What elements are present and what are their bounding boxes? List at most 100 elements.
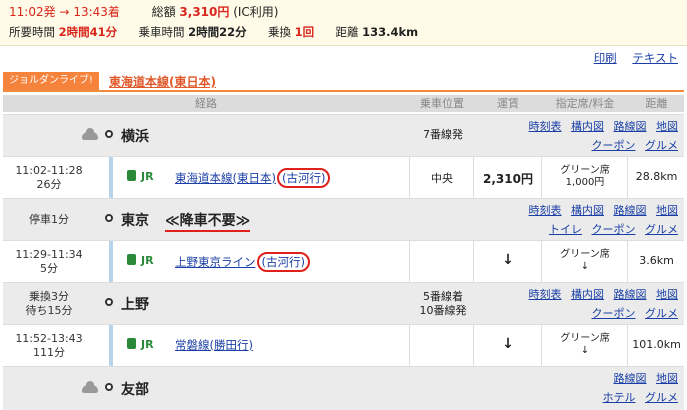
coupon-link[interactable]: クーポン: [592, 139, 636, 152]
top-links: 印刷 テキスト: [582, 50, 678, 66]
cell-divider: [627, 325, 628, 366]
gourmet-link[interactable]: グルメ: [645, 391, 678, 404]
gourmet-link[interactable]: グルメ: [645, 223, 678, 236]
fare-continue-arrow: ↓: [502, 252, 514, 268]
route-map-link[interactable]: 路線図: [614, 120, 647, 133]
jorudan-live-tag[interactable]: ジョルダンライブ!: [3, 72, 99, 90]
map-link[interactable]: 地図: [656, 120, 678, 133]
route-map-link[interactable]: 路線図: [614, 288, 647, 301]
station-name[interactable]: 横浜: [121, 126, 149, 146]
fare-continue-arrow: ↓: [502, 336, 514, 352]
seat-info: グリーン席 ↓: [543, 333, 627, 357]
depart-time: 11:02発: [9, 5, 56, 19]
station-name[interactable]: 東京: [121, 210, 149, 230]
required-label: 所要時間: [9, 25, 55, 39]
segment-row-3: 11:52-13:43 111分 JR 常磐線(勝田行) ↓ グリーン席 ↓ 1…: [3, 324, 684, 367]
line-info-link[interactable]: 東海道本線(東日本): [109, 73, 216, 90]
cell-divider: [473, 157, 474, 198]
route-map-link[interactable]: 路線図: [614, 372, 647, 385]
line-name[interactable]: 東海道本線(東日本): [175, 171, 276, 185]
text-link[interactable]: テキスト: [632, 51, 678, 65]
hotel-link[interactable]: ホテル: [603, 391, 636, 404]
station-links: 時刻表 構内図 路線図 地図 クーポン グルメ: [508, 285, 679, 323]
line-name-link[interactable]: 上野東京ライン (古河行): [175, 252, 310, 272]
station-links: 時刻表 構内図 路線図 地図 トイレ クーポン グルメ: [508, 201, 679, 239]
coupon-link[interactable]: クーポン: [592, 223, 636, 236]
timetable-link[interactable]: 時刻表: [529, 288, 562, 301]
cloud-icon: [82, 381, 98, 393]
seat-price: 1,000円: [565, 177, 605, 188]
station-name[interactable]: 上野: [121, 294, 149, 314]
timetable-link[interactable]: 時刻表: [529, 120, 562, 133]
required-value: 2時間41分: [58, 25, 118, 39]
station-dot-icon: [105, 298, 113, 306]
toilet-link[interactable]: トイレ: [549, 223, 582, 236]
route-line: [109, 157, 113, 199]
seat-price: ↓: [580, 345, 590, 356]
arrive-time: 13:43着: [73, 5, 120, 19]
header-fare: 運賃: [497, 97, 519, 110]
station-map-link[interactable]: 構内図: [571, 288, 604, 301]
station-row-tomobe: 友部 路線図 地図 ホテル グルメ: [3, 366, 684, 410]
header-seat: 指定席/料金: [555, 97, 615, 110]
company-name: JR: [141, 338, 154, 351]
company-name: JR: [141, 254, 154, 267]
map-link[interactable]: 地図: [656, 204, 678, 217]
duration: 26分: [36, 178, 62, 191]
fare-note: (IC利用): [233, 5, 279, 19]
coupon-link[interactable]: クーポン: [592, 307, 636, 320]
cell-divider: [409, 157, 410, 198]
station-dot-icon: [105, 383, 113, 391]
segment-fare: 2,310円: [483, 172, 533, 186]
destination[interactable]: (古河行): [256, 252, 310, 272]
station-map-link[interactable]: 構内図: [571, 204, 604, 217]
destination[interactable]: (古河行): [276, 168, 331, 188]
train-icon: [127, 254, 136, 265]
header-distance: 距離: [645, 97, 668, 110]
company-label: JR: [127, 338, 154, 351]
station-name[interactable]: 友部: [121, 379, 149, 399]
wait-duration: 待ち15分: [25, 304, 73, 317]
route-line: [109, 241, 113, 283]
ride-label: 乗車時間: [138, 25, 185, 39]
platform-info: 7番線発: [423, 128, 463, 141]
transfer-label: 乗換: [267, 25, 291, 39]
cell-divider: [409, 241, 410, 282]
cell-divider: [541, 325, 542, 366]
cloud-icon: [82, 128, 98, 140]
gourmet-link[interactable]: グルメ: [645, 139, 678, 152]
train-icon: [127, 170, 136, 181]
seat-type: グリーン席: [560, 249, 610, 260]
station-map-link[interactable]: 構内図: [571, 120, 604, 133]
line-info-bar: ジョルダンライブ! 東海道本線(東日本): [3, 70, 684, 92]
gourmet-link[interactable]: グルメ: [645, 307, 678, 320]
line-name[interactable]: 上野東京ライン: [175, 255, 256, 269]
map-link[interactable]: 地図: [656, 288, 678, 301]
ride-value: 2時間22分: [188, 25, 247, 39]
map-link[interactable]: 地図: [656, 372, 678, 385]
route-map-link[interactable]: 路線図: [614, 204, 647, 217]
line-name-link[interactable]: 常磐線(勝田行): [175, 337, 253, 353]
company-label: JR: [127, 254, 154, 267]
print-link[interactable]: 印刷: [594, 51, 617, 65]
segment-time: 11:29-11:34 5分: [3, 248, 95, 276]
seat-type: グリーン席: [560, 333, 610, 344]
train-icon: [127, 338, 136, 349]
segment-distance: 28.8km: [635, 170, 678, 183]
stop-time: 停車1分: [29, 213, 69, 226]
segment-distance: 3.6km: [639, 254, 674, 267]
table-header: 経路 乗車位置 運賃 指定席/料金 距離: [3, 95, 684, 112]
line-name-link[interactable]: 東海道本線(東日本) (古河行): [175, 168, 331, 188]
station-row-ueno: 乗換3分 待ち15分 上野 5番線着 10番線発 時刻表 構内図 路線図 地図 …: [3, 282, 684, 324]
duration: 5分: [40, 262, 58, 275]
cell-divider: [473, 325, 474, 366]
route-summary: 11:02発 → 13:43着 総額 3,310円 (IC利用) 所要時間 2時…: [0, 0, 687, 46]
cell-divider: [627, 241, 628, 282]
station-row-tokyo: 停車1分 東京 ≪降車不要≫ 時刻表 構内図 路線図 地図 トイレ クーポン グ…: [3, 198, 684, 240]
fare-label: 総額: [151, 5, 176, 19]
transfer-value: 1回: [294, 25, 315, 39]
timetable-link[interactable]: 時刻表: [529, 204, 562, 217]
time-range: 11:02-11:28: [15, 164, 83, 177]
cell-divider: [541, 241, 542, 282]
seat-info: グリーン席 ↓: [543, 249, 627, 273]
